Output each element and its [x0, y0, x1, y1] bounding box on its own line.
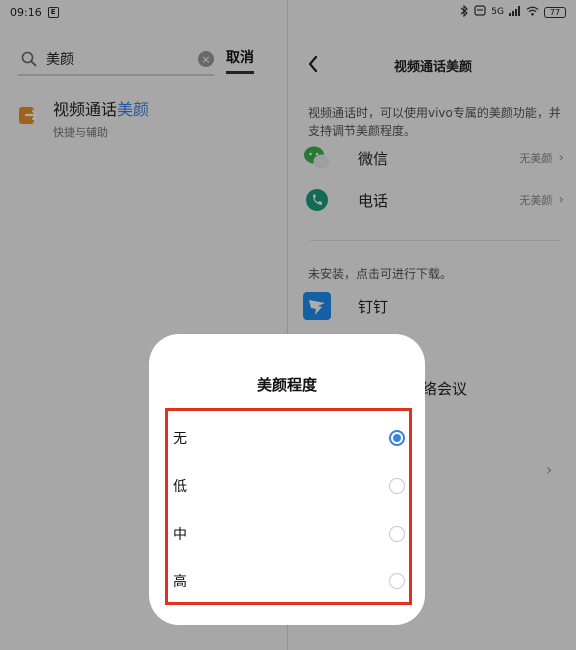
dialog-title: 美颜程度 — [256, 376, 317, 394]
option-medium[interactable]: 中 — [173, 514, 405, 554]
option-label: 无 — [173, 431, 187, 447]
radio-unselected[interactable] — [389, 573, 405, 589]
option-low[interactable]: 低 — [173, 466, 405, 506]
radio-unselected[interactable] — [389, 526, 405, 542]
option-label: 中 — [173, 527, 187, 543]
option-none[interactable]: 无 — [173, 418, 405, 458]
radio-selected[interactable] — [389, 430, 405, 446]
option-label: 高 — [173, 574, 187, 590]
radio-unselected[interactable] — [389, 478, 405, 494]
beauty-level-dialog: 美颜程度 无 低 中 高 — [149, 334, 425, 625]
option-high[interactable]: 高 — [173, 561, 405, 601]
option-label: 低 — [173, 479, 187, 495]
